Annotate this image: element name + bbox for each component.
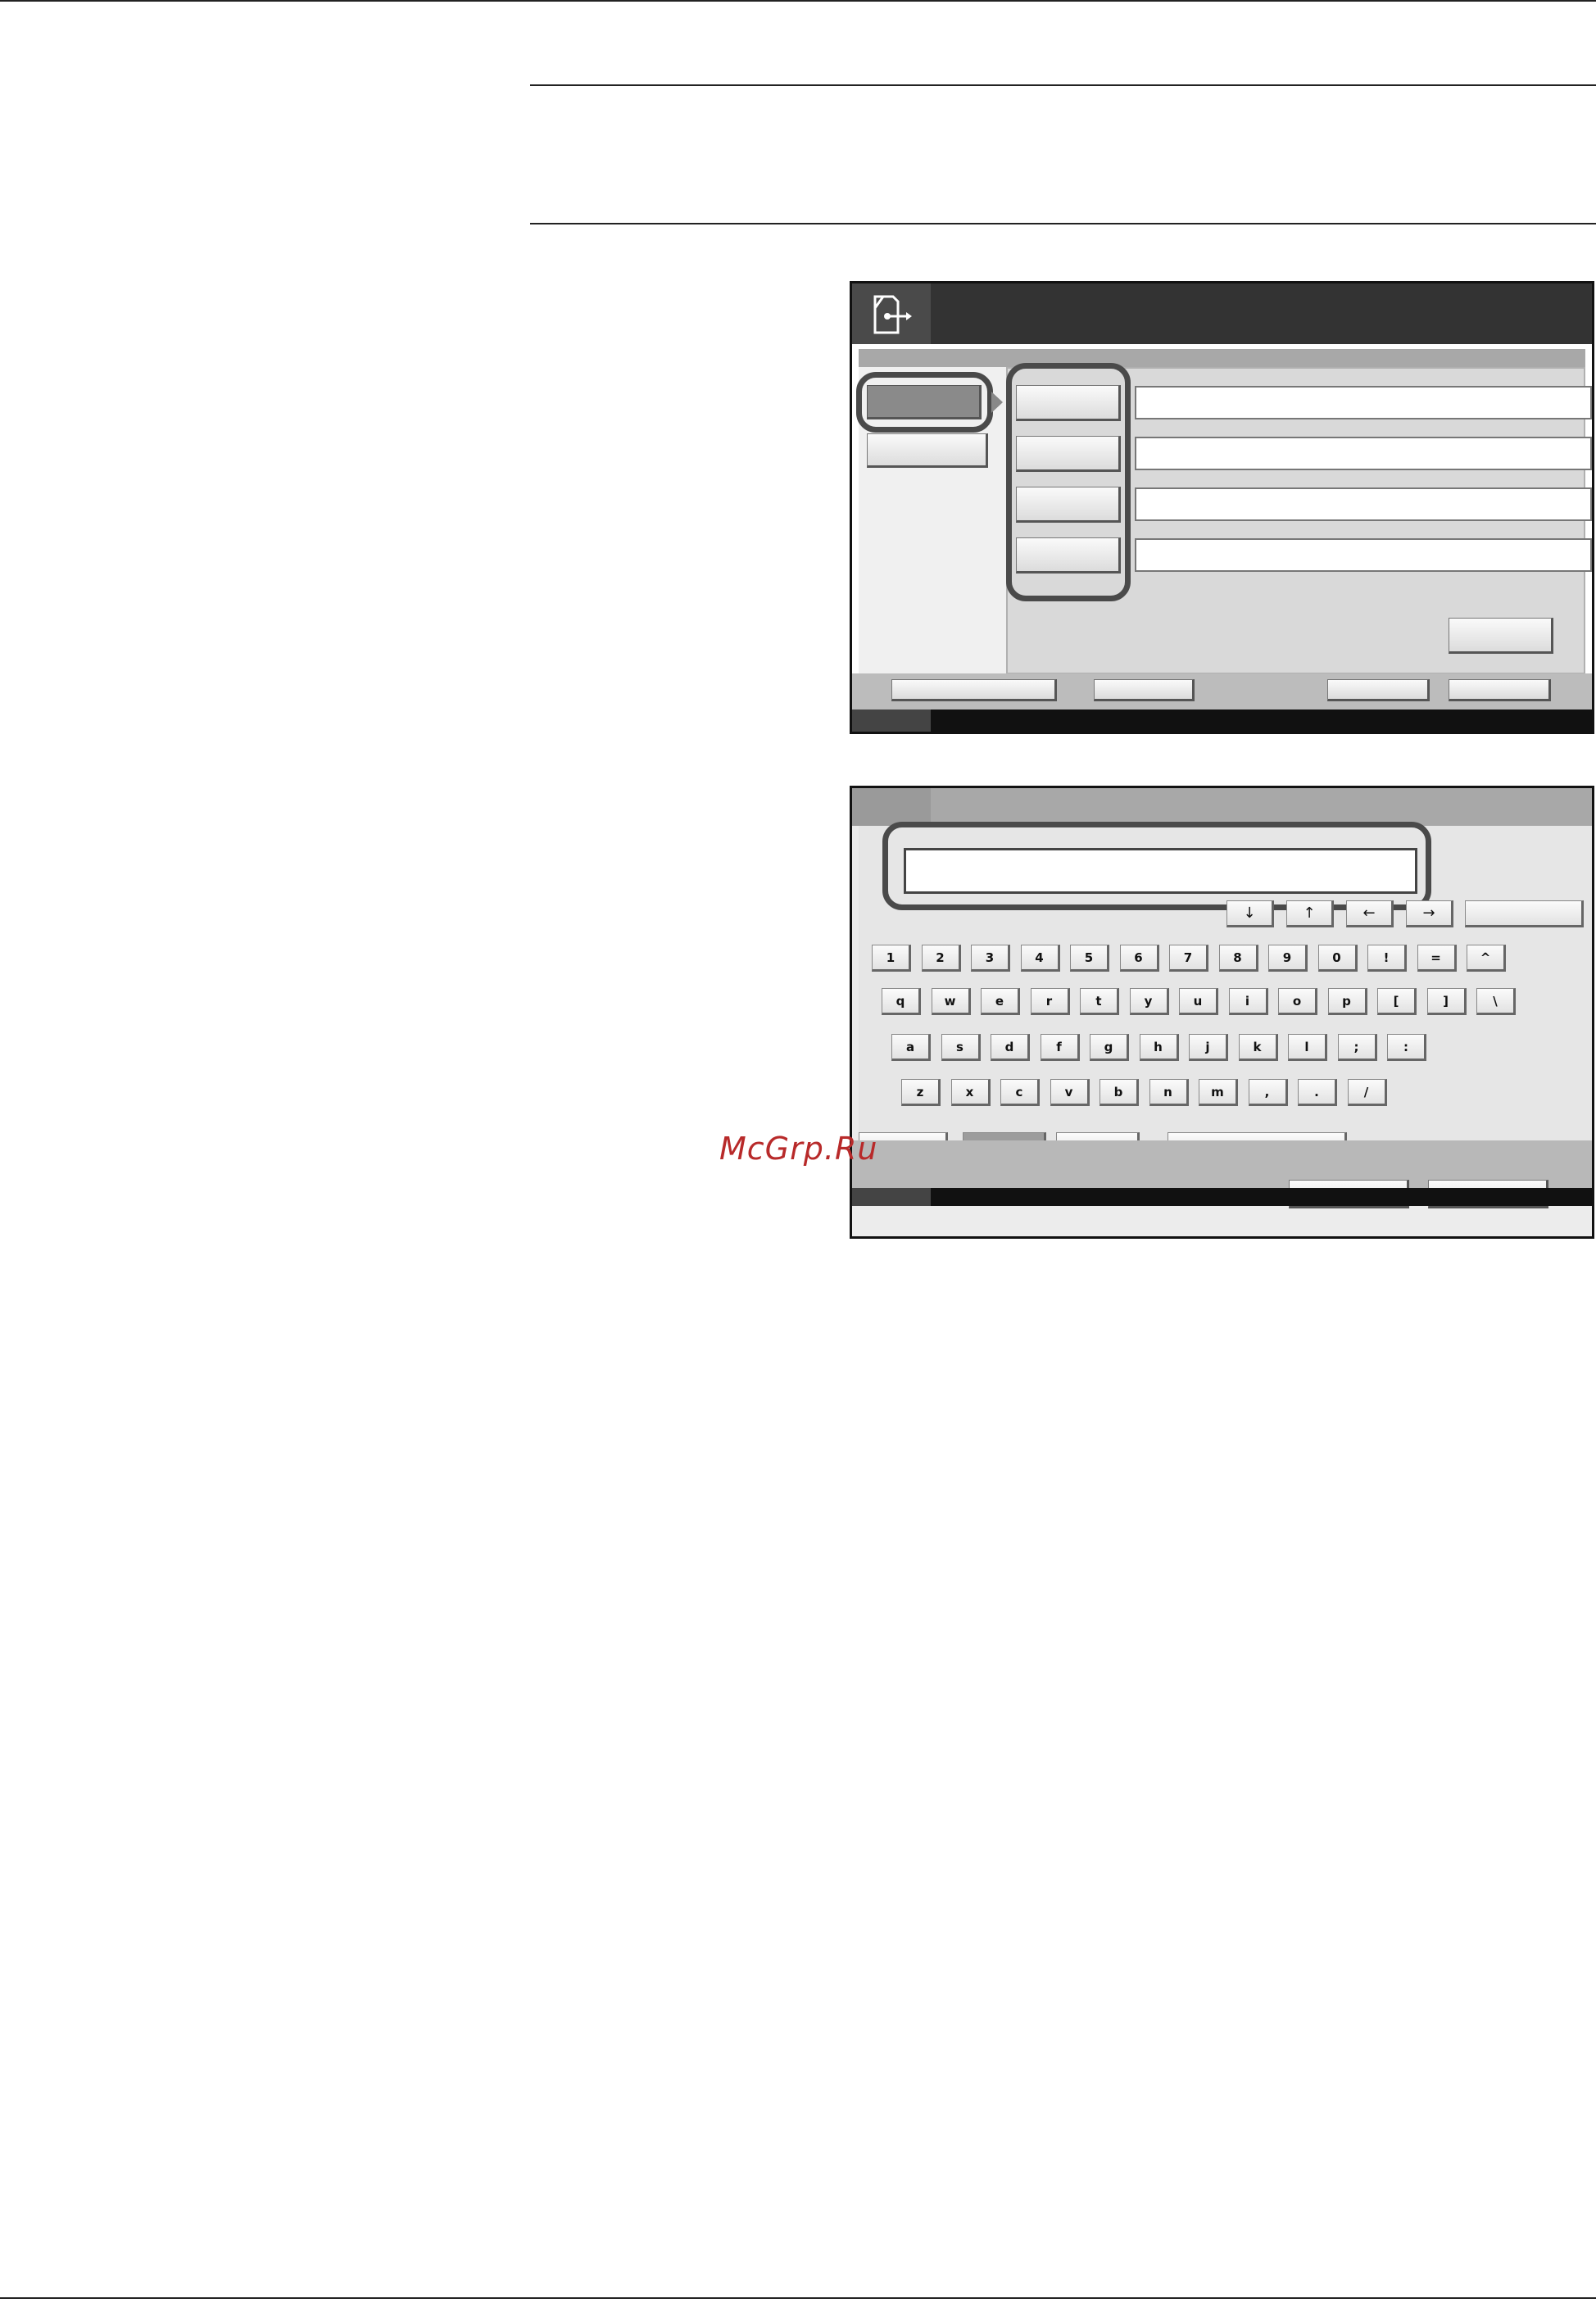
key-row4-4[interactable]: v [1050, 1079, 1090, 1106]
key-row3-3[interactable]: d [991, 1034, 1030, 1061]
field-value-1 [1135, 386, 1592, 419]
selected-tab-arrow-icon [991, 392, 1003, 413]
key-row3-7[interactable]: j [1189, 1034, 1228, 1061]
key-row2-5[interactable]: t [1080, 988, 1119, 1015]
key-row1-6[interactable]: 6 [1119, 945, 1159, 972]
field-value-3 [1135, 487, 1592, 521]
key-row4-10[interactable]: / [1347, 1079, 1387, 1106]
key-row2-7[interactable]: u [1179, 988, 1218, 1015]
cursor-up-key[interactable]: ↑ [1286, 900, 1334, 927]
key-row3-5[interactable]: g [1090, 1034, 1129, 1061]
key-row3-4[interactable]: f [1040, 1034, 1080, 1061]
key-row4-8[interactable]: , [1248, 1079, 1288, 1106]
key-row4-1[interactable]: z [901, 1079, 941, 1106]
key-row4-3[interactable]: c [1000, 1079, 1040, 1106]
confirm-button[interactable] [1449, 618, 1553, 654]
keyboard-status-bar [852, 1188, 1592, 1206]
key-row4-6[interactable]: n [1149, 1079, 1189, 1106]
key-row2-2[interactable]: w [931, 988, 971, 1015]
left-tab-highlight [856, 372, 993, 433]
field-value-4 [1135, 538, 1592, 572]
key-row1-12[interactable]: = [1417, 945, 1457, 972]
status-bar-left [852, 709, 931, 732]
key-row1-1[interactable]: 1 [872, 945, 911, 972]
key-row4-2[interactable]: x [950, 1079, 991, 1106]
key-row1-7[interactable]: 7 [1169, 945, 1208, 972]
key-row4-7[interactable]: m [1199, 1079, 1238, 1106]
key-row1-10[interactable]: 0 [1317, 945, 1358, 972]
key-row3-9[interactable]: l [1288, 1034, 1327, 1061]
key-row2-10[interactable]: p [1327, 988, 1367, 1015]
key-row3-8[interactable]: k [1238, 1034, 1278, 1061]
top-rule [0, 0, 1596, 2]
destination-screen [850, 281, 1594, 734]
key-row1-5[interactable]: 5 [1070, 945, 1109, 972]
key-row1-8[interactable]: 8 [1218, 945, 1258, 972]
keyboard-header-left [852, 788, 931, 826]
key-row1-11[interactable]: ! [1367, 945, 1407, 972]
key-row1-4[interactable]: 4 [1020, 945, 1060, 972]
cursor-left-key[interactable]: ← [1346, 900, 1394, 927]
key-row2-13[interactable]: \ [1476, 988, 1516, 1015]
cursor-right-key[interactable]: → [1406, 900, 1453, 927]
footer-button-1[interactable] [891, 679, 1057, 701]
key-row4-5[interactable]: b [1100, 1079, 1139, 1106]
key-row1-9[interactable]: 9 [1268, 945, 1308, 972]
key-row2-4[interactable]: r [1030, 988, 1070, 1015]
status-bar [852, 709, 1592, 732]
key-row3-11[interactable]: : [1387, 1034, 1426, 1061]
left-tab-2[interactable] [867, 433, 988, 468]
key-row1-2[interactable]: 2 [921, 945, 961, 972]
cursor-down-key[interactable]: ↓ [1226, 900, 1274, 927]
key-row1-3[interactable]: 3 [971, 945, 1010, 972]
key-row3-1[interactable]: a [891, 1034, 931, 1061]
bottom-rule [0, 2297, 1596, 2299]
key-row2-8[interactable]: i [1228, 988, 1268, 1015]
keyboard-status-bar-left [852, 1188, 931, 1206]
key-row3-10[interactable]: ; [1337, 1034, 1377, 1061]
backspace-key[interactable] [1465, 900, 1584, 927]
sub-header-bar [859, 349, 1585, 367]
keyboard-screen: ↓ ↑ ← → 1 2 3 4 5 6 7 8 9 0! = ^ q w e r t y u i o p [] \ a s d f g h… [850, 786, 1594, 1239]
footer-button-3[interactable] [1327, 679, 1430, 701]
section-rule-bottom [530, 223, 1596, 224]
key-row3-2[interactable]: s [941, 1034, 981, 1061]
footer-button-2[interactable] [1094, 679, 1195, 701]
key-row4-9[interactable]: . [1298, 1079, 1337, 1106]
key-row2-6[interactable]: y [1129, 988, 1169, 1015]
text-input-highlight [882, 822, 1431, 910]
key-row2-3[interactable]: e [981, 988, 1020, 1015]
key-row2-11[interactable]: [ [1377, 988, 1417, 1015]
keyboard-header-bar [852, 788, 1592, 826]
field-buttons-highlight [1006, 363, 1131, 601]
key-row2-9[interactable]: o [1278, 988, 1317, 1015]
field-value-2 [1135, 437, 1592, 470]
key-row1-13[interactable]: ^ [1467, 945, 1506, 972]
watermark: McGrp.Ru [719, 1131, 878, 1167]
footer-button-4[interactable] [1449, 679, 1551, 701]
screen-header [852, 283, 1592, 344]
section-rule-top [530, 84, 1596, 86]
key-row3-6[interactable]: h [1139, 1034, 1179, 1061]
send-document-icon [852, 283, 931, 344]
key-row2-1[interactable]: q [882, 988, 921, 1015]
key-row2-12[interactable]: ] [1426, 988, 1467, 1015]
